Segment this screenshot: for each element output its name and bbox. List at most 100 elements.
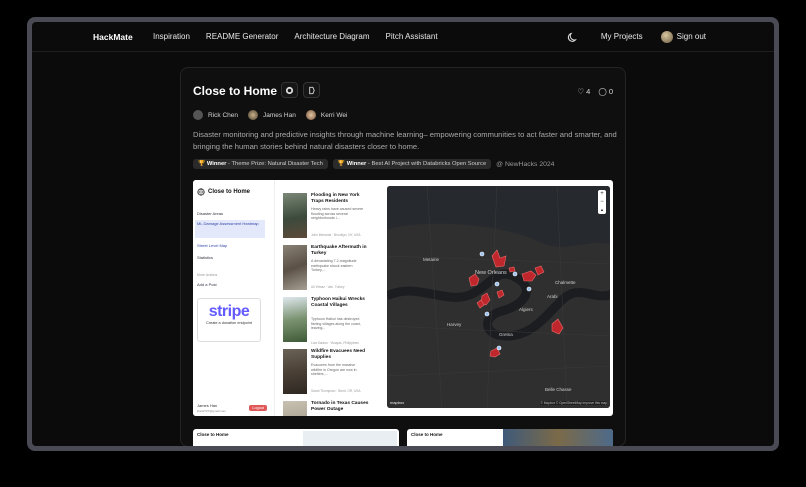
feed-post: Typhoon Haikui Wrecks Coastal Villages T… [283,297,373,349]
map-label: Belle Chasse [545,387,572,392]
team-members: Rick Chen James Han Kerri Wei [193,110,347,120]
comment-button[interactable]: ◯ 0 [598,87,613,96]
post-author: Liza Santos · Visayas, Philippines [311,341,359,345]
member-avatar [247,110,258,120]
github-button[interactable] [281,82,298,98]
zoom-in-button[interactable]: + [598,190,606,198]
post-image [283,401,307,416]
post-image [283,349,307,394]
nav-inspiration[interactable]: Inspiration [153,32,190,41]
screenshot-app-title-text: Close to Home [208,189,251,195]
award-badge: 🏆 Winner - Theme Prize: Natural Disaster… [193,159,328,169]
devpost-button[interactable] [303,82,320,98]
more-actions-label: More Actions [197,273,218,277]
devpost-icon [309,86,315,94]
map-label: Arabi [547,294,558,299]
browser-frame: HackMate Inspiration README Generator Ar… [27,17,779,451]
award-badge: 🏆 Winner - Best AI Project with Databric… [332,159,492,169]
post-image [283,245,307,290]
post-text: Heavy rains have caused severe flooding … [311,207,364,221]
sidebar-item-ml-heatmap: ML Damage Assessment Heatmap [195,220,265,238]
post-text: Evacuees from the massive wildfire in Or… [311,363,357,377]
post-title: Typhoon Haikui Wrecks Coastal Villages [311,297,365,308]
screenshot-app-title: Close to Home [197,188,250,196]
award-detail: - Theme Prize: Natural Disaster Tech [226,161,323,167]
stripe-card: stripe Create a donation endpoint [197,298,261,342]
nav-links: Inspiration README Generator Architectur… [153,32,438,41]
post-title: Earthquake Aftermath in Turkey [311,245,367,256]
map-label: New Orleans [475,270,507,276]
project-card: Close to Home ♡ 4 ◯ 0 Rick Chen James Ha… [180,67,626,446]
member[interactable]: James Han [247,110,296,120]
map-label: Harvey [447,322,462,327]
app-screen: HackMate Inspiration README Generator Ar… [32,22,774,446]
add-post-item: Add a Post [197,282,217,287]
sidebar-item-street-map: Street Level Map [197,243,228,248]
globe-icon [197,188,205,196]
moon-icon[interactable] [567,31,579,43]
screenshot-sidebar: Close to Home Disaster Areas ML Damage A… [193,180,275,416]
post-author: Sarah Thompson · Bend, OR, USA [311,389,361,393]
post-text: Typhoon Haikui has destroyed fishing vil… [311,317,361,331]
project-description: Disaster monitoring and predictive insig… [193,130,617,151]
comment-count: 0 [608,87,613,96]
post-title: Flooding in New York Traps Residents [311,193,360,204]
map-label: Chalmette [555,280,576,285]
event-name[interactable]: @ NewHacks 2024 [496,161,554,168]
map-zoom-controls: + − ▲ [598,190,606,214]
nav-readme-generator[interactable]: README Generator [206,32,278,41]
member-avatar [193,110,203,120]
like-button[interactable]: ♡ 4 [577,87,590,96]
thumbnail-map [503,429,613,446]
like-count: 4 [586,87,591,96]
screenshot-user-email: jhan0727@gmail.com [197,409,227,413]
map-attribution[interactable]: © Mapbox © OpenStreetMap Improve this ma… [540,401,607,405]
member[interactable]: Rick Chen [193,110,238,120]
post-title: Wildfire Evacuees Need Supplies [311,349,366,360]
sidebar-item-statistics: Statistics [197,255,214,260]
member-avatar [305,110,316,120]
map-canvas: Metairie New Orleans Algiers Chalmette A… [387,186,610,408]
top-nav: HackMate Inspiration README Generator Ar… [32,22,774,52]
feed-post: Earthquake Aftermath in Turkey A devasta… [283,245,373,297]
feed-post: Flooding in New York Traps Residents Hea… [283,193,373,245]
post-text: A devastating 7.2-magnitude earthquake s… [311,259,357,273]
screenshot-user: James Han jhan0727@gmail.com Logout [197,403,267,413]
feed-post: Wildfire Evacuees Need Supplies Evacuees… [283,349,373,401]
member-name: James Han [262,111,296,119]
map-label: Gretna [499,332,513,337]
brand-logo[interactable]: HackMate [93,32,133,42]
thumbnail-title: Close to Home [411,432,443,437]
member[interactable]: Kerri Wei [305,110,348,120]
thumbnail-title: Close to Home [197,432,229,437]
damage-heatmap: Metairie New Orleans Algiers Chalmette A… [387,186,610,408]
sign-out-button[interactable]: Sign out [660,30,706,43]
nav-pitch-assistant[interactable]: Pitch Assistant [386,32,438,41]
post-author: John Menards · Brooklyn, NY, USA [311,233,361,237]
compass-button[interactable]: ▲ [598,206,606,214]
map-label: Metairie [423,257,440,262]
thumbnail-map [303,431,397,446]
nav-architecture-diagram[interactable]: Architecture Diagram [294,32,369,41]
project-stats: ♡ 4 ◯ 0 [577,87,613,96]
github-icon [285,86,294,94]
award-badges: 🏆 Winner - Theme Prize: Natural Disaster… [193,159,554,169]
post-image [283,297,307,342]
sign-out-label: Sign out [676,32,706,41]
screenshot-thumbnails: Close to Home Close to Home [193,429,613,446]
stripe-logo: stripe [208,303,250,320]
zoom-out-button[interactable]: − [598,198,606,206]
my-projects-link[interactable]: My Projects [601,32,643,41]
thumbnail[interactable]: Close to Home [407,429,613,446]
screenshot-logout: Logout [249,405,267,411]
post-author: Ali Yilmaz · Van, Turkey [311,285,345,289]
award-label: Winner [206,161,227,167]
screenshot-user-name: James Han [197,403,218,408]
thumbnail[interactable]: Close to Home [193,429,399,446]
user-avatar [660,30,673,43]
project-screenshot[interactable]: Close to Home Disaster Areas ML Damage A… [193,180,613,416]
screenshot-feed: Flooding in New York Traps Residents Hea… [283,188,373,416]
post-image [283,193,307,238]
member-name: Kerri Wei [320,111,348,119]
nav-right: My Projects Sign out [567,30,706,43]
